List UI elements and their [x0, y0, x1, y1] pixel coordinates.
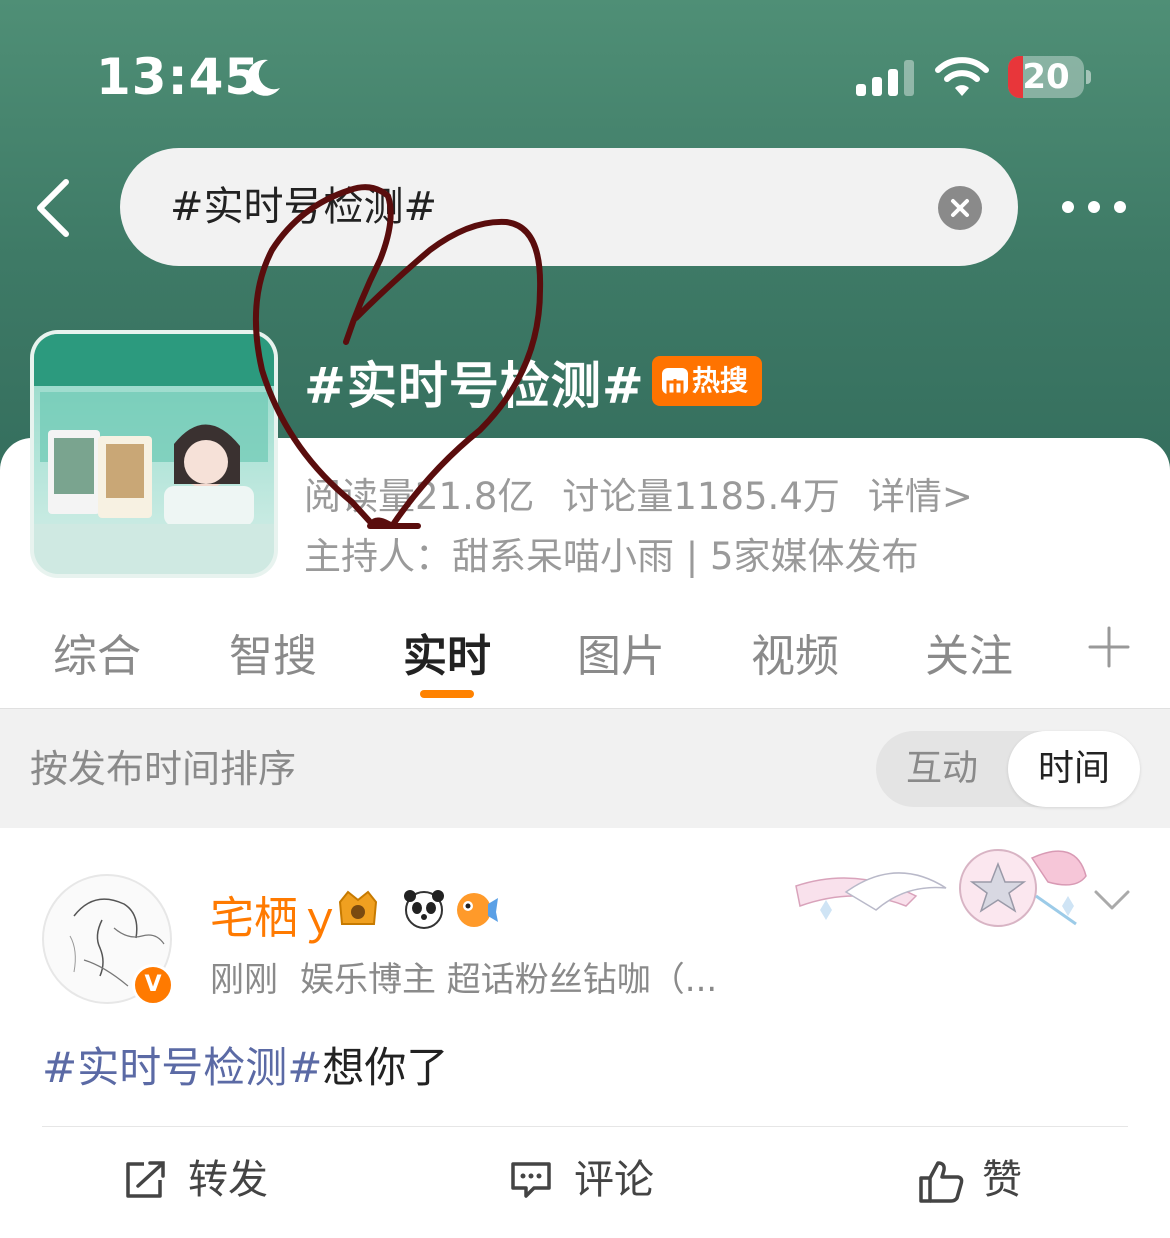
hot-search-badge[interactable]: 热搜 — [652, 356, 762, 406]
comment-icon — [511, 1162, 551, 1198]
tab-realtime[interactable]: 实时 — [360, 620, 534, 684]
verified-badge: V — [132, 964, 174, 1006]
tab-comprehensive[interactable]: 综合 — [10, 620, 184, 684]
back-arrow-icon[interactable] — [30, 176, 78, 240]
panda-icon — [404, 890, 444, 929]
post-time: 刚刚 — [210, 960, 278, 1000]
post-body-text: 想你了 — [322, 1043, 449, 1092]
sort-label: 按发布时间排序 — [30, 747, 297, 791]
user-badges — [338, 890, 498, 929]
discussion-count: 讨论量1185.4万 — [562, 475, 840, 518]
chevron-down-icon[interactable] — [1092, 888, 1132, 914]
card-decoration-ribbon-icon — [795, 849, 1087, 927]
sort-option-interaction[interactable]: 互动 — [876, 731, 1008, 807]
sort-toggle: 互动 时间 — [876, 731, 1140, 807]
battery-tip — [1086, 70, 1091, 84]
active-tab-indicator — [420, 690, 474, 698]
thumbs-up-icon — [919, 1161, 964, 1203]
tab-bar: 综合 智搜 实时 图片 视频 关注 — [0, 600, 1170, 706]
close-icon — [951, 199, 969, 217]
details-link[interactable]: 详情> — [868, 475, 973, 518]
moon-icon — [247, 59, 280, 96]
tab-following[interactable]: 关注 — [882, 620, 1056, 684]
like-label: 赞 — [982, 1157, 1022, 1203]
search-input[interactable]: #实时号检测# — [120, 148, 1018, 266]
comment-button[interactable]: 评论 — [510, 1152, 710, 1208]
clear-search-button[interactable] — [938, 186, 982, 230]
topic-title: #实时号检测# — [304, 357, 645, 415]
add-tab-icon[interactable] — [1086, 624, 1132, 670]
tab-smart-search[interactable]: 智搜 — [186, 620, 360, 684]
post-card: V 宅栖ｙ 刚刚 娱乐博主 超话粉丝钻咖（... #实时号检测#想你了 转发 评… — [0, 828, 1170, 1230]
post-hashtag-link[interactable]: #实时号检测# — [42, 1043, 322, 1092]
tab-videos[interactable]: 视频 — [708, 620, 882, 684]
status-bar: 13:45 20 — [0, 0, 1170, 140]
cellular-signal-icon — [856, 60, 914, 96]
sort-bar: 按发布时间排序 互动 时间 — [0, 708, 1170, 829]
post-meta: 刚刚 娱乐博主 超话粉丝钻咖（... — [210, 952, 739, 1001]
more-options-icon[interactable] — [1058, 190, 1130, 224]
pufferfish-icon — [457, 893, 498, 927]
status-time: 13:45 — [96, 48, 261, 106]
repost-icon — [126, 1161, 165, 1198]
cover-artwork — [34, 334, 274, 574]
read-count: 阅读量21.8亿 — [304, 475, 535, 518]
post-author[interactable]: 宅栖ｙ — [210, 882, 342, 946]
comment-label: 评论 — [574, 1157, 654, 1203]
topic-cover-image[interactable] — [34, 334, 274, 574]
crown-level-icon — [338, 890, 378, 925]
repost-label: 转发 — [188, 1157, 268, 1203]
wifi-icon — [935, 57, 989, 96]
repost-button[interactable]: 转发 — [124, 1152, 324, 1208]
hot-search-label: 热搜 — [692, 364, 749, 397]
author-description: 娱乐博主 超话粉丝钻咖（... — [300, 960, 718, 1000]
topic-stats: 阅读量21.8亿 讨论量1185.4万 详情> — [304, 466, 1001, 520]
like-button[interactable]: 赞 — [918, 1152, 1058, 1208]
post-content: #实时号检测#想你了 — [42, 1034, 448, 1095]
battery-percent: 20 — [1022, 57, 1070, 97]
tab-images[interactable]: 图片 — [534, 620, 708, 684]
search-query: #实时号检测# — [170, 184, 438, 230]
battery-indicator: 20 — [1008, 56, 1084, 98]
hot-search-icon — [662, 368, 688, 399]
divider — [42, 1126, 1128, 1127]
sort-option-time[interactable]: 时间 — [1008, 731, 1140, 807]
topic-host[interactable]: 主持人：甜系呆喵小雨 | 5家媒体发布 — [304, 526, 919, 580]
